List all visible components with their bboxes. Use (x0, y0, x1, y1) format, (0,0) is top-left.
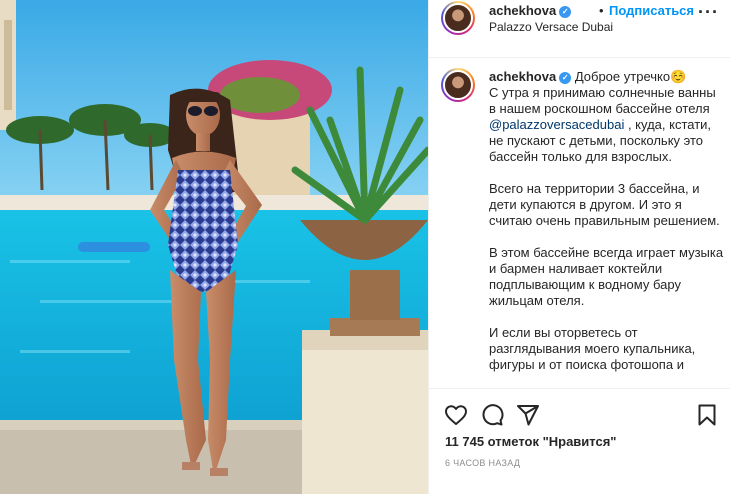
separator-dot: • (599, 3, 604, 18)
caption-paragraph-2: Всего на территории 3 бассейна, и дети к… (489, 181, 720, 228)
caption-area: achekhova ✓ Доброе утречко☺️ С утра я при… (429, 58, 730, 388)
caption-paragraph-3: В этом бассейне всегда играет музыка и б… (489, 245, 724, 308)
bookmark-icon[interactable] (695, 403, 719, 427)
comment-icon[interactable] (480, 403, 504, 427)
post-photo[interactable] (0, 0, 428, 494)
caption-greeting: Доброе утречко☺️ (574, 69, 687, 84)
verified-badge-icon: ✓ (559, 6, 572, 18)
caption-text: achekhova ✓ Доброе утречко☺️ С утра я при… (489, 69, 725, 388)
caption-p1-start: С утра я принимаю солнечные ванны в наше… (489, 85, 716, 116)
post-timestamp[interactable]: 6 ЧАСОВ НАЗАД (445, 458, 520, 468)
post-actions: 11 745 отметок "Нравится" 6 ЧАСОВ НАЗАД (429, 388, 730, 494)
heart-icon[interactable] (444, 403, 468, 427)
post-photo-image (0, 0, 428, 494)
post-username[interactable]: achekhova ✓ (489, 3, 572, 18)
more-options-icon[interactable]: ··· (698, 2, 719, 23)
caption-paragraph-4: И если вы оторветесь от разглядывания мо… (489, 325, 696, 372)
location-link[interactable]: Palazzo Versace Dubai (489, 20, 613, 34)
likes-count[interactable]: 11 745 отметок "Нравится" (445, 434, 616, 449)
mention-link[interactable]: @palazzoversacedubai (489, 117, 624, 132)
avatar[interactable] (441, 1, 475, 35)
post-side-panel: achekhova ✓ • Подписаться Palazzo Versace… (428, 0, 730, 494)
share-icon[interactable] (516, 403, 540, 427)
caption-username[interactable]: achekhova (489, 69, 556, 84)
follow-button[interactable]: Подписаться (609, 3, 694, 18)
caption-fade (429, 372, 730, 388)
caption-avatar[interactable] (441, 68, 475, 102)
post-header: achekhova ✓ • Подписаться Palazzo Versace… (429, 0, 730, 58)
verified-badge-icon: ✓ (559, 72, 572, 84)
